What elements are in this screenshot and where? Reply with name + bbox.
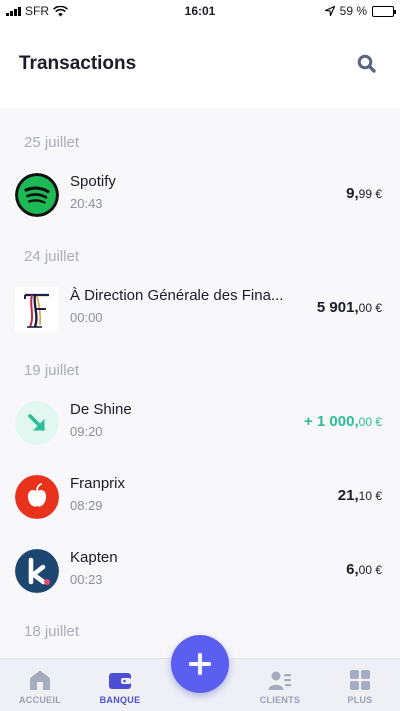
- spotify-logo: [15, 173, 59, 217]
- transaction-time: 08:29: [70, 498, 103, 513]
- clients-icon: [268, 671, 291, 690]
- transaction-name: Franprix: [70, 475, 126, 492]
- transaction-row[interactable]: À Direction Générale des Fina... 00:00 5…: [0, 272, 400, 346]
- amount-integer: + 1 000,: [304, 413, 359, 430]
- date-header: 19 juillet: [24, 362, 80, 379]
- amount-decimal: 10 €: [358, 489, 382, 503]
- tab-label: ACCUEIL: [18, 695, 62, 705]
- location-arrow-icon: [324, 6, 335, 16]
- transaction-row[interactable]: Spotify 20:43 9,99 €: [0, 158, 400, 232]
- transaction-amount: 21,10 €: [338, 487, 382, 504]
- battery-label: 59 %: [339, 4, 367, 18]
- date-header: 24 juillet: [24, 248, 80, 265]
- battery-icon: [372, 5, 396, 17]
- date-header: 25 juillet: [24, 134, 80, 151]
- transaction-row[interactable]: Kapten 00:23 6,00 €: [0, 534, 400, 608]
- tab-label: CLIENTS: [259, 695, 301, 705]
- transaction-list[interactable]: 25 juillet Spotify 20:43 9,99 € 24 juill…: [0, 108, 400, 658]
- date-header: 18 juillet: [24, 623, 80, 640]
- page-title: Transactions: [19, 53, 137, 74]
- add-transaction-button[interactable]: [171, 635, 229, 693]
- grid-icon: [350, 670, 370, 690]
- franprix-logo: [15, 475, 59, 519]
- transaction-amount: + 1 000,00 €: [304, 413, 382, 430]
- tab-plus[interactable]: PLUS: [320, 659, 400, 711]
- status-right: 59 %: [324, 4, 396, 18]
- tab-label: BANQUE: [99, 695, 141, 705]
- transaction-time: 20:43: [70, 196, 103, 211]
- transaction-amount: 6,00 €: [346, 561, 382, 578]
- wallet-icon: [109, 673, 131, 689]
- transaction-amount: 9,99 €: [346, 185, 382, 202]
- transaction-row[interactable]: De Shine 09:20 + 1 000,00 €: [0, 386, 400, 460]
- transaction-amount: 5 901,00 €: [317, 299, 382, 316]
- transaction-time: 09:20: [70, 424, 103, 439]
- transaction-name: Kapten: [70, 549, 118, 566]
- transaction-time: 00:23: [70, 572, 103, 587]
- home-icon: [30, 670, 50, 690]
- amount-decimal: 00 €: [358, 301, 382, 315]
- transaction-name: Spotify: [70, 173, 116, 190]
- amount-decimal: 00 €: [358, 563, 382, 577]
- tab-clients[interactable]: CLIENTS: [240, 659, 320, 711]
- amount-integer: 9,: [346, 185, 359, 202]
- search-icon: [357, 54, 376, 73]
- transaction-name: De Shine: [70, 401, 132, 418]
- kapten-logo: [15, 549, 59, 593]
- amount-decimal: 99 €: [358, 187, 382, 201]
- tab-accueil[interactable]: ACCUEIL: [0, 659, 80, 711]
- amount-integer: 6,: [346, 561, 359, 578]
- dgfip-logo: [15, 287, 59, 331]
- transaction-time: 00:00: [70, 310, 103, 325]
- tab-banque[interactable]: BANQUE: [80, 659, 160, 711]
- plus-icon: [189, 653, 211, 675]
- header: Transactions: [0, 22, 400, 108]
- incoming-arrow-icon: [15, 401, 59, 445]
- transaction-row[interactable]: Franprix 08:29 21,10 €: [0, 460, 400, 534]
- search-button[interactable]: [356, 53, 380, 77]
- amount-decimal: 00 €: [358, 415, 382, 429]
- amount-integer: 21,: [337, 487, 359, 504]
- amount-integer: 5 901,: [316, 299, 359, 316]
- status-bar: SFR 16:01 59 %: [0, 0, 400, 22]
- transaction-name: À Direction Générale des Fina...: [70, 287, 284, 304]
- tab-label: PLUS: [347, 695, 373, 705]
